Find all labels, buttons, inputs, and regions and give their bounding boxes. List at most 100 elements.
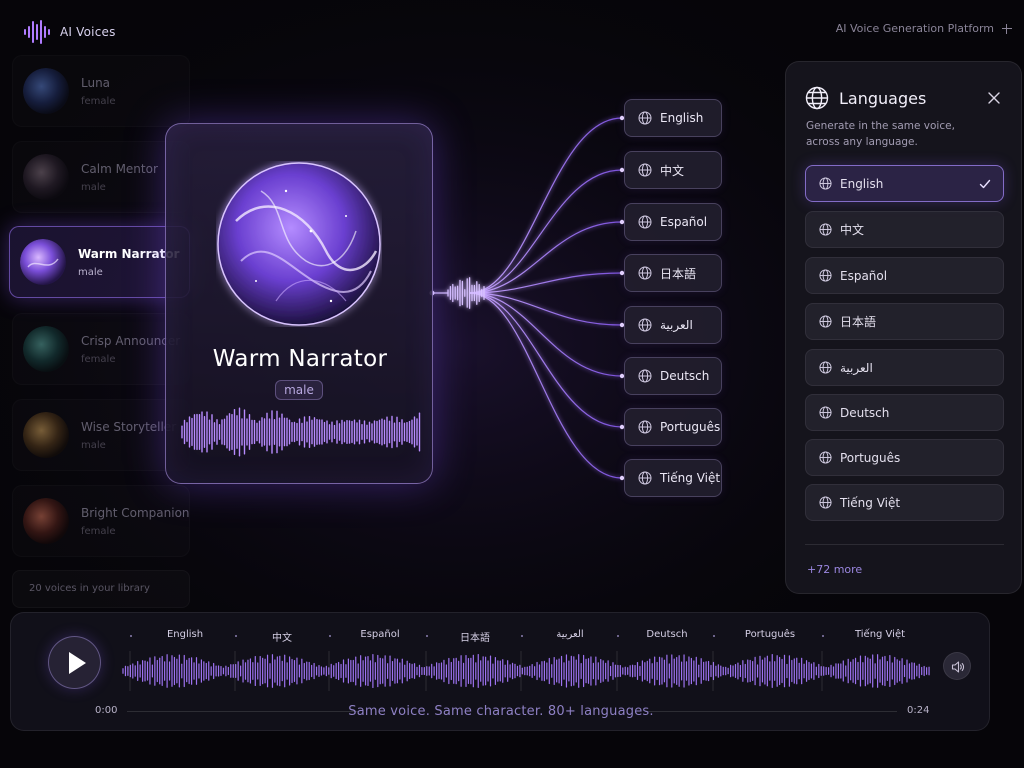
- segment-label-portuguese: Português: [744, 629, 796, 640]
- selected-voice-gender-badge: male: [275, 380, 323, 400]
- voice-item-warm-narrator[interactable]: Warm Narrator male: [9, 226, 190, 298]
- more-languages-link[interactable]: +72 more: [807, 563, 862, 576]
- selected-voice-name: Warm Narrator: [212, 346, 388, 372]
- language-node-label: Español: [660, 215, 708, 229]
- voice-orb-icon: [217, 162, 381, 326]
- language-option-english[interactable]: English: [805, 165, 1004, 202]
- segment-label-german: Deutsch: [646, 629, 688, 640]
- segment-marker: [426, 635, 428, 637]
- player-waveform[interactable]: [121, 651, 936, 691]
- segment-label-japanese: 日本語: [460, 633, 490, 644]
- voice-name: Bright Companion: [81, 505, 190, 520]
- globe-icon: [819, 451, 832, 464]
- segment-label-spanish: Español: [360, 629, 400, 640]
- language-option-chinese[interactable]: 中文: [805, 211, 1004, 248]
- language-node-label: English: [660, 111, 704, 125]
- segment-label-arabic: العربية: [556, 629, 584, 640]
- language-node-label: Tiếng Việt: [660, 471, 721, 485]
- globe-icon: [638, 369, 652, 383]
- language-node-chinese[interactable]: 中文: [624, 151, 722, 189]
- voice-item-wise-storyteller[interactable]: Wise Storyteller male: [12, 399, 190, 471]
- voice-name: Calm Mentor: [81, 161, 158, 176]
- language-option-label: Português: [840, 450, 901, 465]
- segment-label-chinese: 中文: [272, 633, 292, 644]
- languages-panel: Languages Generate in the same voice, ac…: [785, 61, 1022, 594]
- language-option-label: Español: [840, 268, 888, 283]
- language-option-portuguese[interactable]: Português: [805, 439, 1004, 476]
- language-node-arabic[interactable]: العربية: [624, 306, 722, 344]
- globe-icon: [819, 177, 832, 190]
- voice-item-crisp-announcer[interactable]: Crisp Announcer female: [12, 313, 190, 385]
- language-node-japanese[interactable]: 日本語: [624, 254, 722, 292]
- voice-avatar: [23, 326, 69, 372]
- voice-item-bright-companion[interactable]: Bright Companion female: [12, 485, 190, 557]
- selected-voice-card: Warm Narrator male: [165, 123, 433, 484]
- globe-icon: [638, 215, 652, 229]
- voice-item-calm-mentor[interactable]: Calm Mentor male: [12, 141, 190, 213]
- globe-icon: [638, 111, 652, 125]
- voice-avatar: [23, 68, 69, 114]
- globe-icon: [819, 406, 832, 419]
- language-node-vietnamese[interactable]: Tiếng Việt: [624, 459, 722, 497]
- language-option-vietnamese[interactable]: Tiếng Việt: [805, 484, 1004, 521]
- voice-item-luna[interactable]: Luna female: [12, 55, 190, 127]
- segment-label-vietnamese: Tiếng Việt: [854, 629, 906, 640]
- volume-button[interactable]: [943, 652, 971, 680]
- waveform-logo-icon: [24, 20, 50, 44]
- language-node-spanish[interactable]: Español: [624, 203, 722, 241]
- platform-title: AI Voice Generation Platform: [835, 22, 994, 35]
- language-node-german[interactable]: Deutsch: [624, 357, 722, 395]
- language-option-label: 日本語: [840, 315, 877, 329]
- audio-player: English 中文 Español 日本語 العربية Deutsch P…: [10, 612, 990, 731]
- panel-subtitle-line: across any language.: [806, 136, 918, 148]
- segment-label-english: English: [166, 629, 204, 640]
- language-option-label: Deutsch: [840, 405, 890, 420]
- panel-title: Languages: [839, 89, 927, 108]
- language-option-label: English: [840, 176, 884, 191]
- voice-avatar: [20, 239, 66, 285]
- play-button[interactable]: [48, 636, 101, 689]
- language-node-label: Deutsch: [660, 369, 710, 383]
- language-option-arabic[interactable]: العربية: [805, 349, 1004, 386]
- panel-subtitle: Generate in the same voice, across any l…: [806, 118, 996, 150]
- time-total: 0:24: [907, 705, 930, 716]
- brand-name: AI Voices: [60, 25, 116, 39]
- language-option-spanish[interactable]: Español: [805, 257, 1004, 294]
- globe-icon: [638, 318, 652, 332]
- voice-avatar: [23, 412, 69, 458]
- language-node-label: 中文: [660, 163, 685, 178]
- language-option-japanese[interactable]: 日本語: [805, 303, 1004, 340]
- voice-gender: female: [81, 95, 116, 107]
- voice-gender: male: [81, 181, 106, 193]
- globe-icon: [638, 471, 652, 485]
- language-option-label: 中文: [840, 223, 865, 237]
- close-icon[interactable]: [986, 90, 1002, 106]
- library-count: 20 voices in your library: [12, 570, 190, 608]
- globe-icon: [805, 86, 829, 110]
- globe-icon: [638, 420, 652, 434]
- segment-marker: [235, 635, 237, 637]
- segment-marker: [130, 635, 132, 637]
- platform-header: AI Voice Generation Platform: [836, 22, 1012, 35]
- globe-icon: [819, 361, 832, 374]
- card-waveform: [181, 407, 421, 457]
- language-node-label: Português: [660, 420, 721, 434]
- language-option-german[interactable]: Deutsch: [805, 394, 1004, 431]
- globe-icon: [819, 315, 832, 328]
- language-node-portuguese[interactable]: Português: [624, 408, 722, 446]
- brand: AI Voices: [22, 18, 116, 46]
- language-option-label: العربية: [840, 360, 873, 375]
- globe-icon: [638, 163, 652, 177]
- segment-marker: [329, 635, 331, 637]
- segment-marker: [713, 635, 715, 637]
- language-node-english[interactable]: English: [624, 99, 722, 137]
- voice-avatar: [23, 154, 69, 200]
- segment-marker: [617, 635, 619, 637]
- voice-name: Luna: [81, 75, 111, 90]
- plus-icon[interactable]: [1002, 23, 1012, 34]
- globe-icon: [638, 266, 652, 280]
- globe-icon: [819, 223, 832, 236]
- voice-avatar: [23, 498, 69, 544]
- tagline: Same voice. Same character. 80+ language…: [348, 704, 654, 719]
- language-option-label: Tiếng Việt: [840, 495, 901, 510]
